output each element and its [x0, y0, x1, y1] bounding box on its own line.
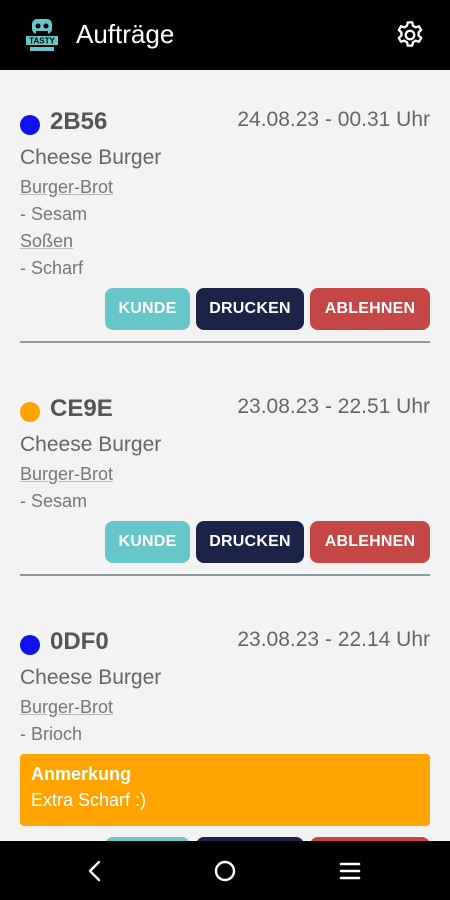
customer-button[interactable]: KUNDE [105, 521, 190, 563]
order-code: 2B56 [50, 108, 108, 135]
gear-icon[interactable] [394, 19, 426, 51]
reject-button[interactable]: ABLEHNEN [310, 521, 430, 563]
order-card: 2B56 24.08.23 - 00.31 Uhr Cheese Burger … [20, 108, 430, 282]
order-note: Anmerkung Extra Scharf :) [20, 754, 430, 826]
order-time: 23.08.23 - 22.14 Uhr [237, 628, 430, 651]
order-time: 23.08.23 - 22.51 Uhr [237, 395, 430, 418]
status-dot [20, 635, 40, 655]
reject-button[interactable]: ABLEHNEN [310, 288, 430, 330]
recents-icon[interactable] [334, 855, 366, 887]
customer-button[interactable]: KUNDE [105, 288, 190, 330]
print-button[interactable]: DRUCKEN [196, 521, 304, 563]
status-dot [20, 402, 40, 422]
option-title: Burger-Brot [20, 464, 114, 484]
divider [20, 341, 430, 343]
note-title: Anmerkung [31, 764, 132, 784]
order-item: Cheese Burger [20, 666, 162, 689]
order-actions: KUNDE DRUCKEN ABLEHNEN [105, 521, 430, 563]
order-item: Cheese Burger [20, 146, 162, 169]
svg-text:TASTY: TASTY [29, 37, 55, 46]
system-nav-bar [0, 841, 450, 900]
note-text: Extra Scharf :) [31, 790, 147, 810]
page-title: Aufträge [76, 19, 175, 49]
option-value: - Brioch [20, 724, 83, 744]
orders-list[interactable]: 2B56 24.08.23 - 00.31 Uhr Cheese Burger … [0, 70, 450, 841]
tasty-logo-icon: TASTY [26, 19, 58, 51]
print-button[interactable]: DRUCKEN [196, 288, 304, 330]
order-card: CE9E 23.08.23 - 22.51 Uhr Cheese Burger … [20, 395, 430, 515]
option-title: Burger-Brot [20, 697, 114, 717]
order-time: 24.08.23 - 00.31 Uhr [237, 108, 430, 131]
order-code: CE9E [50, 395, 113, 422]
divider [20, 574, 430, 576]
app-bar: TASTY Aufträge [0, 0, 450, 70]
order-item: Cheese Burger [20, 433, 162, 456]
order-code: 0DF0 [50, 628, 109, 655]
option-value: - Sesam [20, 204, 88, 224]
back-icon[interactable] [79, 855, 111, 887]
option-title: Burger-Brot [20, 177, 114, 197]
option-value: - Sesam [20, 491, 88, 511]
option-value: - Scharf [20, 258, 84, 278]
order-actions: KUNDE DRUCKEN ABLEHNEN [105, 288, 430, 330]
option-title: Soßen [20, 231, 74, 251]
status-dot [20, 115, 40, 135]
home-icon[interactable] [209, 855, 241, 887]
order-card: 0DF0 23.08.23 - 22.14 Uhr Cheese Burger … [20, 628, 430, 748]
